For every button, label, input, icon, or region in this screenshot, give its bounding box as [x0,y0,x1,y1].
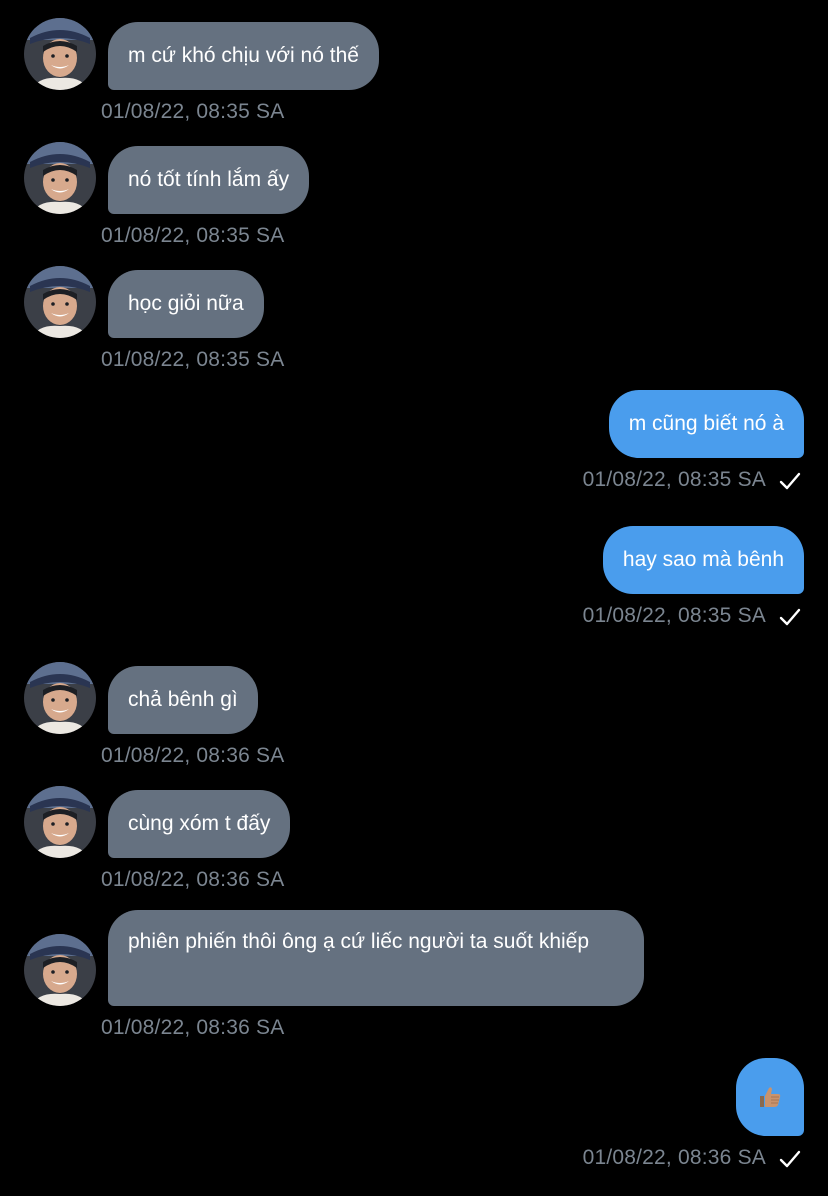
message-timestamp: 01/08/22, 08:36 SA [582,1146,766,1169]
avatar[interactable] [24,662,96,734]
message-timestamp: 01/08/22, 08:35 SA [101,348,285,371]
checkmark-icon [779,1150,801,1168]
message-bubble-outgoing[interactable] [736,1058,804,1136]
message-timestamp: 01/08/22, 08:36 SA [101,868,285,891]
message-timestamp: 01/08/22, 08:36 SA [101,1016,285,1039]
message-bubble-outgoing[interactable]: hay sao mà bênh [602,526,804,594]
message-timestamp: 01/08/22, 08:35 SA [582,604,766,627]
thumbs-up-icon [760,1087,781,1107]
avatar[interactable] [24,934,96,1006]
checkmark-icon [779,608,801,626]
message-timestamp: 01/08/22, 08:35 SA [101,100,285,123]
message-timestamp: 01/08/22, 08:35 SA [582,468,766,491]
message-timestamp: 01/08/22, 08:35 SA [101,224,285,247]
avatar[interactable] [24,786,96,858]
avatar[interactable] [24,266,96,338]
message-bubble-incoming[interactable]: chả bênh gì [108,666,258,734]
avatar[interactable] [24,142,96,214]
message-bubble-incoming[interactable]: học giỏi nữa [108,270,264,338]
message-bubble-incoming[interactable]: cùng xóm t đấy [108,790,291,858]
avatar[interactable] [24,18,96,90]
message-bubble-outgoing[interactable]: m cũng biết nó à [608,390,804,458]
message-timestamp: 01/08/22, 08:36 SA [101,744,285,767]
message-bubble-incoming[interactable]: phiên phiến thôi ông ạ cứ liếc người ta … [108,910,644,1006]
message-bubble-incoming[interactable]: nó tốt tính lắm ấy [108,146,310,214]
checkmark-icon [779,472,801,490]
message-bubble-incoming[interactable]: m cứ khó chịu với nó thế [108,22,379,90]
